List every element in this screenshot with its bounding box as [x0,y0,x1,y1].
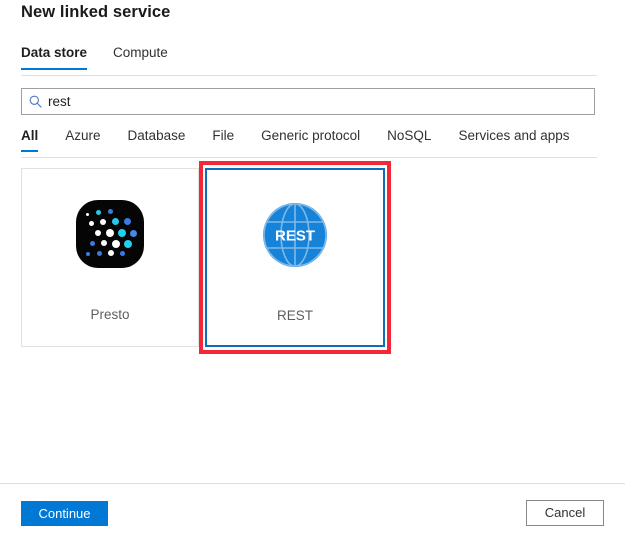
footer-divider [0,483,625,484]
connector-card-rest-icon-wrap: REST [259,199,331,271]
connector-card-presto-icon-wrap [74,198,146,270]
tab-compute[interactable]: Compute [113,45,180,70]
connector-card-rest[interactable]: REST REST [205,168,385,347]
filter-tab-services-and-apps-label: Services and apps [458,128,569,143]
rest-globe-icon: REST [259,199,331,271]
filter-tab-nosql-label: NoSQL [387,128,431,143]
rest-globe-icon-text: REST [275,228,315,245]
filters-divider [21,157,597,158]
filter-tab-azure[interactable]: Azure [65,128,100,152]
connector-card-rest-label: REST [277,308,313,323]
pivot-divider [21,75,597,76]
cancel-button[interactable]: Cancel [526,500,604,526]
category-filter-tabs: All Azure Database File Generic protocol… [21,128,597,152]
connector-card-presto[interactable]: Presto [21,168,199,347]
pivot-tabs: Data store Compute [21,45,194,70]
filter-tab-nosql[interactable]: NoSQL [387,128,431,152]
tab-compute-label: Compute [113,45,168,60]
filter-tab-file-label: File [212,128,234,143]
tab-data-store-label: Data store [21,45,87,60]
filter-tab-services-and-apps[interactable]: Services and apps [458,128,569,152]
search-input[interactable] [48,89,594,114]
filter-tab-file[interactable]: File [212,128,234,152]
filter-tab-generic-protocol-label: Generic protocol [261,128,360,143]
filter-tab-database-label: Database [128,128,186,143]
filter-tab-all-label: All [21,128,38,143]
search-icon [22,95,48,108]
filter-tab-database[interactable]: Database [128,128,186,152]
search-box[interactable] [21,88,595,115]
page-title: New linked service [21,3,170,22]
filter-tab-generic-protocol[interactable]: Generic protocol [261,128,360,152]
connector-card-presto-label: Presto [90,307,129,322]
presto-logo-icon [76,200,144,268]
new-linked-service-panel: New linked service Data store Compute Al… [0,0,625,536]
filter-tab-azure-label: Azure [65,128,100,143]
continue-button[interactable]: Continue [21,501,108,526]
filter-tab-all[interactable]: All [21,128,38,152]
tab-data-store[interactable]: Data store [21,45,99,70]
